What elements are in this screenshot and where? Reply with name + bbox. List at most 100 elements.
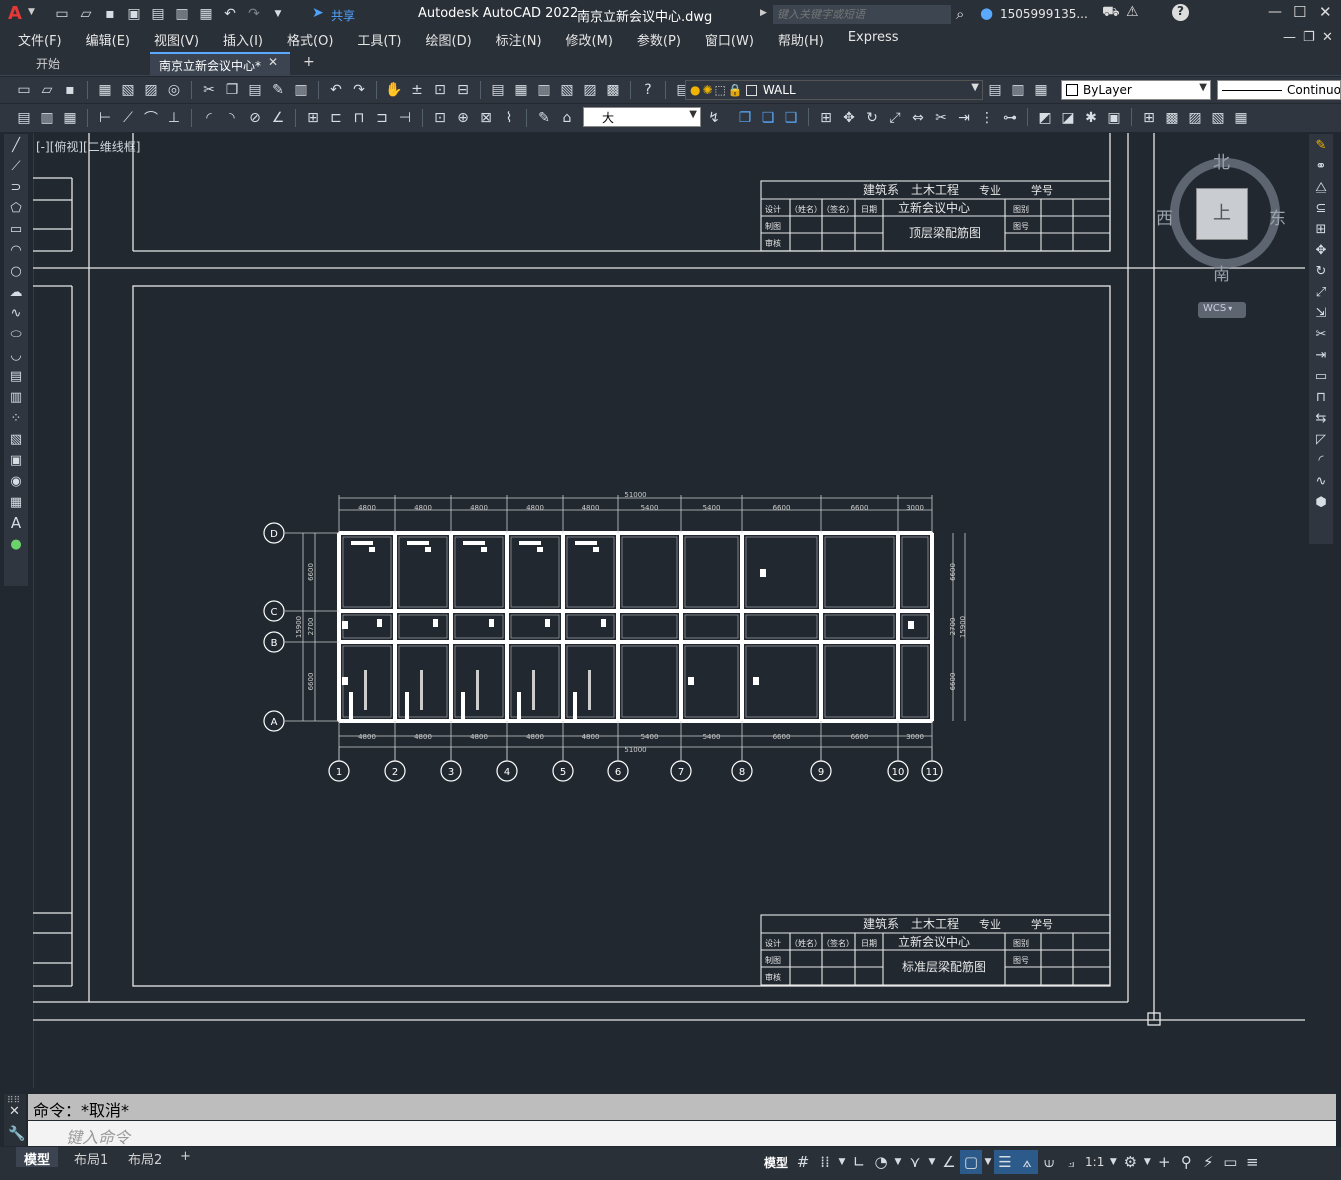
3d-dwf-icon[interactable]: ◎ — [164, 80, 184, 100]
quick-dim-icon[interactable]: ⊞ — [303, 108, 323, 128]
break-icon[interactable]: ⊓ — [1311, 387, 1331, 407]
compass-north[interactable]: 北 — [1213, 148, 1230, 173]
layout-tab-1[interactable]: 布局1 — [66, 1147, 116, 1168]
menu-view[interactable]: 视图(V) — [142, 30, 211, 49]
match-prop-icon[interactable]: ✎ — [268, 80, 288, 100]
copy-r-icon[interactable]: ⚭ — [1311, 156, 1331, 176]
explode-obj-icon[interactable]: ✱ — [1081, 108, 1101, 128]
annotation-monitor-icon[interactable]: + — [1153, 1150, 1175, 1174]
save-as-icon[interactable]: ▣ — [124, 4, 144, 24]
search-expand-icon[interactable]: ▶ — [760, 8, 767, 18]
infer-constraints-icon[interactable]: ∟ — [848, 1150, 870, 1174]
help-tb-icon[interactable]: ? — [638, 80, 658, 100]
redo-icon[interactable]: ↷ — [244, 4, 264, 24]
menu-edit[interactable]: 编辑(E) — [74, 30, 142, 49]
iso-dropdown-icon[interactable]: ▼ — [926, 1150, 938, 1174]
erase-icon[interactable]: ✎ — [1311, 135, 1331, 155]
grid-icon[interactable]: # — [792, 1150, 814, 1174]
trim-icon[interactable]: ✂ — [1311, 324, 1331, 344]
group-obj-icon[interactable]: ▣ — [1104, 108, 1124, 128]
object-snap-icon[interactable]: ▢ — [960, 1150, 983, 1174]
menu-draw[interactable]: 绘图(D) — [414, 30, 484, 49]
wcs-menu[interactable]: WCS ▾ — [1198, 302, 1246, 318]
save-tb-icon[interactable]: ▪ — [60, 80, 80, 100]
extend-obj-icon[interactable]: ⇥ — [954, 108, 974, 128]
drawing-canvas[interactable]: [-][俯视][二维线框] 建筑系 土木工程 专业 学号 设计 （姓名） （签名… — [33, 133, 1305, 1088]
array-icon[interactable]: ⊞ — [816, 108, 836, 128]
undo-tb-icon[interactable]: ↶ — [326, 80, 346, 100]
array-r-icon[interactable]: ⊞ — [1311, 219, 1331, 239]
break-at-point-icon[interactable]: ▭ — [1311, 366, 1331, 386]
radius-dim-icon[interactable]: ◜ — [199, 108, 219, 128]
point-icon[interactable]: ⁘ — [6, 408, 26, 428]
add-layout-icon[interactable]: + — [172, 1147, 199, 1167]
mirror-obj-icon[interactable]: ❏ — [758, 108, 778, 128]
menu-parametric[interactable]: 参数(P) — [625, 30, 693, 49]
make-block-tool-icon[interactable]: ▥ — [6, 387, 26, 407]
dim-break-icon[interactable]: ⊣ — [395, 108, 415, 128]
autocad-logo-icon[interactable]: A — [8, 3, 22, 24]
open-icon[interactable]: ▱ — [37, 80, 57, 100]
linear-dim-icon[interactable]: ⊢ — [95, 108, 115, 128]
layer-dropdown[interactable]: ● ✺ ⬚ 🔒 WALL ▼ — [685, 80, 983, 100]
rotate-icon[interactable]: ↻ — [1311, 261, 1331, 281]
copy-icon[interactable]: ❐ — [222, 80, 242, 100]
gradient-icon[interactable]: ▣ — [6, 450, 26, 470]
polar-dropdown-icon[interactable]: ▼ — [892, 1150, 904, 1174]
menu-insert[interactable]: 插入(I) — [211, 30, 275, 49]
layout-tab-2[interactable]: 布局2 — [120, 1147, 170, 1168]
stretch-icon[interactable]: ⇲ — [1311, 303, 1331, 323]
preview-icon[interactable]: ▧ — [118, 80, 138, 100]
dim-space-icon[interactable]: ⊐ — [372, 108, 392, 128]
image-icon[interactable]: ▦ — [1231, 108, 1251, 128]
linetype-dropdown[interactable]: Continuous — [1217, 80, 1341, 100]
qnew-icon[interactable]: ▭ — [14, 80, 34, 100]
text-style-dropdown[interactable]: 大 ▼ — [583, 107, 701, 127]
ellipse-icon[interactable]: ⬭ — [6, 324, 26, 344]
fillet-obj-icon[interactable]: ◪ — [1058, 108, 1078, 128]
add-selected-icon[interactable]: ● — [6, 534, 26, 554]
command-close-icon[interactable]: ✕ — [9, 1104, 20, 1119]
calculator-icon[interactable]: ▩ — [603, 80, 623, 100]
construction-line-icon[interactable]: ⟋ — [6, 156, 26, 176]
user-icon[interactable]: ● — [980, 4, 993, 22]
dim-text-edit-icon[interactable]: ⌂ — [557, 108, 577, 128]
attribute-icon[interactable]: ▨ — [1185, 108, 1205, 128]
redo-tb-icon[interactable]: ↷ — [349, 80, 369, 100]
doc-close-icon[interactable]: ✕ — [1322, 30, 1333, 45]
angular-dim-icon[interactable]: ∠ — [268, 108, 288, 128]
command-line-grip[interactable]: ⠿⠿ ✕ 🔧 — [4, 1094, 26, 1146]
menu-dimension[interactable]: 标注(N) — [484, 30, 554, 49]
continue-dim-icon[interactable]: ⊓ — [349, 108, 369, 128]
polyline-icon[interactable]: ⊃ — [6, 177, 26, 197]
help-search-input[interactable] — [773, 5, 951, 24]
arc-length-icon[interactable]: ⌒ — [141, 108, 161, 128]
snap-icon[interactable]: ⁞⁞ — [814, 1150, 836, 1174]
undo-icon[interactable]: ↶ — [220, 4, 240, 24]
share-button[interactable]: 共享 — [331, 7, 355, 24]
move-obj-icon[interactable]: ✥ — [839, 108, 859, 128]
user-name[interactable]: 1505999135... — [1000, 7, 1088, 21]
open-web-icon[interactable]: ▤ — [148, 4, 168, 24]
new-file-icon[interactable]: ▭ — [52, 4, 72, 24]
polar-tracking-icon[interactable]: ◔ — [870, 1150, 892, 1174]
save-icon[interactable]: ▪ — [100, 4, 120, 24]
share-icon[interactable]: ➤ — [312, 5, 324, 21]
isolate-objects-icon[interactable]: ⚲ — [1175, 1150, 1197, 1174]
dim-style-current-icon[interactable]: ↯ — [704, 108, 724, 128]
autodesk-a360-icon[interactable]: ⚠ — [1126, 4, 1139, 20]
rectangle-icon[interactable]: ▭ — [6, 219, 26, 239]
viewcube-face[interactable]: 上 — [1196, 188, 1248, 240]
workspace-gear-icon[interactable]: ⚙ — [1119, 1150, 1141, 1174]
compass-south[interactable]: 南 — [1213, 260, 1230, 285]
help-icon[interactable]: ? — [1172, 4, 1189, 21]
sheet-icon[interactable]: ▤ — [14, 108, 34, 128]
clean-screen-icon[interactable]: ▭ — [1219, 1150, 1241, 1174]
plot-icon[interactable]: ▦ — [196, 4, 216, 24]
osnap-dropdown-icon[interactable]: ▼ — [982, 1150, 994, 1174]
inspect-icon[interactable]: ⊠ — [476, 108, 496, 128]
tolerance-icon[interactable]: ⊡ — [430, 108, 450, 128]
cut-icon[interactable]: ✂ — [199, 80, 219, 100]
join-icon[interactable]: ⇆ — [1311, 408, 1331, 428]
jogged-linear-icon[interactable]: ⌇ — [499, 108, 519, 128]
